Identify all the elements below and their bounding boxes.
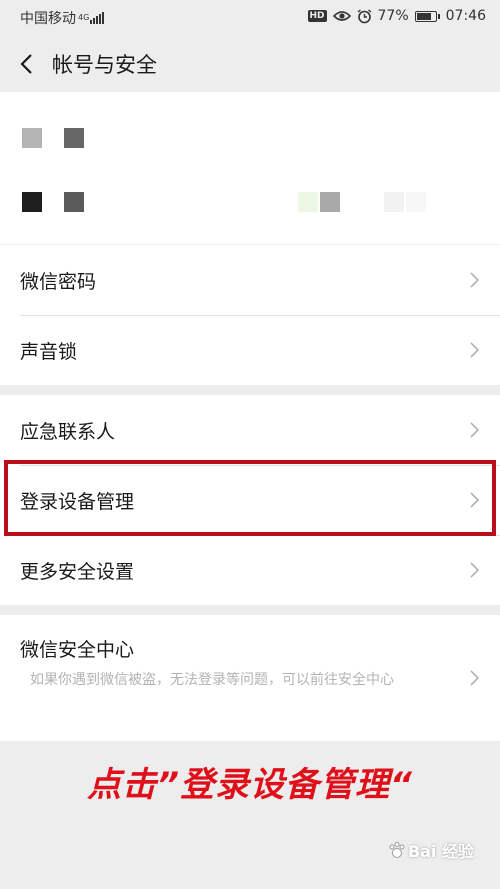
- network-type: 4G: [78, 13, 90, 22]
- nav-bar: 帐号与安全: [0, 36, 500, 92]
- menu-item-login-device-management[interactable]: 登录设备管理: [0, 465, 500, 535]
- menu-group-security: 应急联系人 登录设备管理 更多安全设置: [0, 395, 500, 605]
- clock: 07:46: [445, 8, 486, 24]
- account-info-card[interactable]: [0, 92, 500, 244]
- hd-icon: HD: [307, 10, 327, 22]
- menu-item-emergency-contacts[interactable]: 应急联系人: [0, 395, 500, 465]
- pixelated-text: [64, 192, 84, 212]
- chevron-right-icon: [470, 562, 480, 578]
- status-bar: 中国移动 4G HD 77% 07:46: [0, 0, 500, 36]
- menu-item-voice-lock[interactable]: 声音锁: [0, 315, 500, 385]
- menu-item-wechat-password[interactable]: 微信密码: [0, 245, 500, 315]
- pixelated-text: [64, 128, 84, 148]
- page-title: 帐号与安全: [52, 53, 157, 77]
- pixelated-text: [320, 192, 340, 212]
- status-right: HD 77% 07:46: [307, 8, 486, 24]
- chevron-right-icon: [470, 272, 480, 288]
- menu-item-wechat-security-center[interactable]: 微信安全中心 如果你遇到微信被盗，无法登录等问题，可以前往安全中心: [0, 615, 500, 741]
- menu-item-label: 微信安全中心: [20, 639, 135, 661]
- menu-item-label: 微信密码: [20, 270, 97, 293]
- baidu-jingyan-watermark: Bai 经验: [388, 838, 474, 862]
- battery-icon: [414, 10, 440, 22]
- chevron-right-icon: [470, 670, 480, 686]
- pixelated-text: [406, 192, 426, 212]
- pixelated-text: [298, 192, 318, 212]
- chevron-right-icon: [470, 342, 480, 358]
- menu-item-more-security-settings[interactable]: 更多安全设置: [0, 535, 500, 605]
- pixelated-text: [384, 192, 404, 212]
- menu-item-description: 如果你遇到微信被盗，无法登录等问题，可以前往安全中心: [30, 672, 394, 688]
- chevron-right-icon: [470, 422, 480, 438]
- pixelated-avatar: [22, 128, 42, 148]
- instruction-annotation: 点击”登录设备管理“: [87, 765, 413, 805]
- paw-icon: [389, 842, 405, 858]
- signal-icon: [90, 12, 104, 24]
- battery-percent: 77%: [377, 8, 409, 24]
- pixelated-text: [22, 192, 42, 212]
- back-arrow-icon[interactable]: [16, 52, 38, 76]
- menu-item-label: 声音锁: [20, 340, 78, 363]
- menu-item-label: 更多安全设置: [20, 560, 135, 583]
- eye-icon: [332, 11, 351, 21]
- alarm-icon: [357, 8, 371, 23]
- carrier-name: 中国移动: [20, 11, 76, 27]
- watermark-text: Bai 经验: [407, 842, 474, 861]
- menu-group-security-center: 微信安全中心 如果你遇到微信被盗，无法登录等问题，可以前往安全中心: [0, 615, 500, 741]
- menu-item-label: 应急联系人: [20, 420, 116, 443]
- menu-group-password: 微信密码 声音锁: [0, 245, 500, 385]
- chevron-right-icon: [470, 492, 480, 508]
- status-left: 中国移动 4G: [20, 8, 104, 28]
- menu-item-label: 登录设备管理: [20, 490, 135, 513]
